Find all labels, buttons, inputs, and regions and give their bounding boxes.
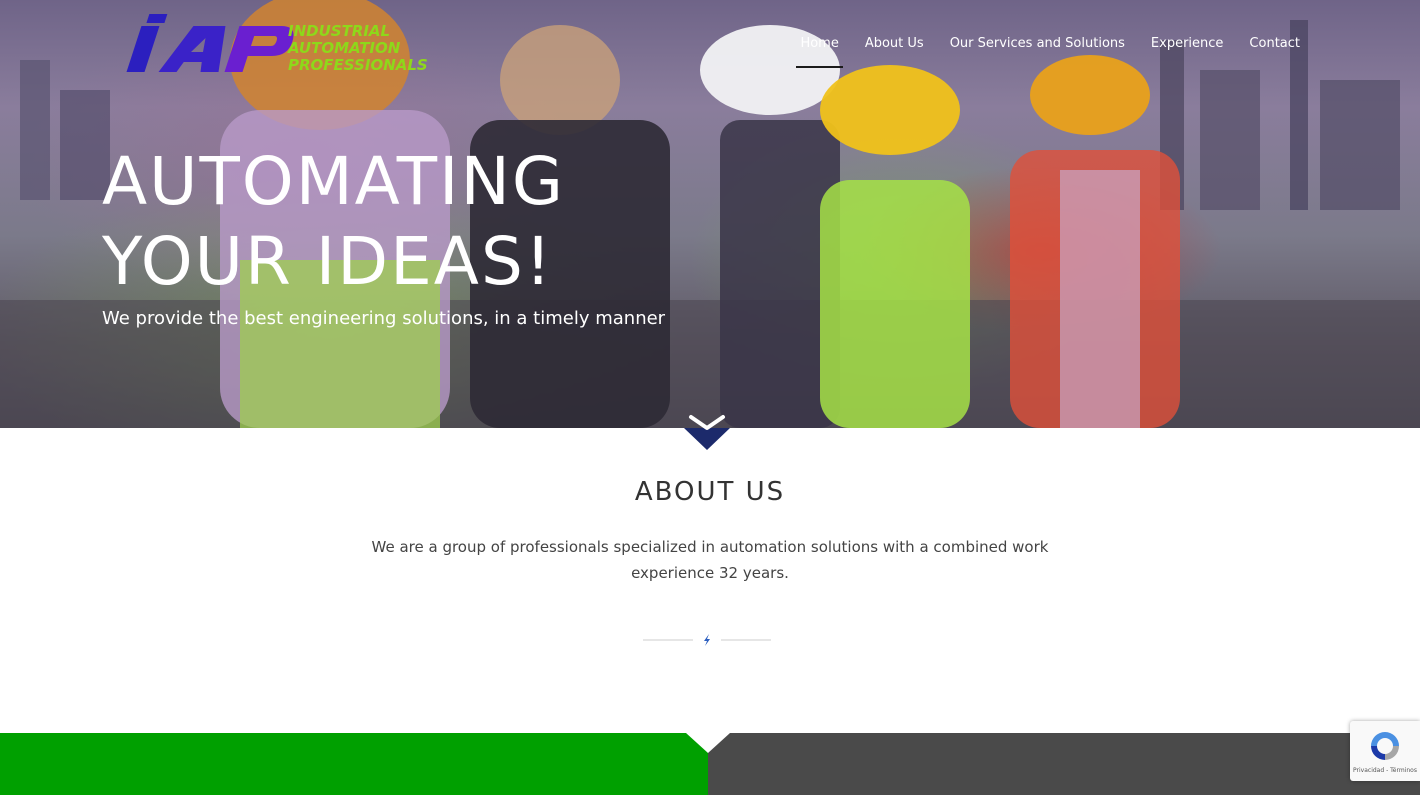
hero-headline: AUTOMATING YOUR IDEAS! (102, 142, 565, 302)
section-divider (643, 634, 771, 646)
about-us-text: We are a group of professionals speciali… (371, 538, 1049, 582)
nav-about-us[interactable]: About Us (865, 36, 924, 51)
chevron-down-icon[interactable] (684, 412, 730, 450)
main-navigation: Home About Us Our Services and Solutions… (774, 36, 1300, 68)
lightning-bolt-icon (704, 634, 710, 646)
iap-logo[interactable]: INDUSTRIAL AUTOMATION PROFESSIONALS (120, 12, 430, 76)
recaptcha-badge[interactable]: Privacidad - Términos (1350, 721, 1420, 781)
recaptcha-privacy-terms[interactable]: Privacidad - Términos (1350, 767, 1420, 774)
nav-contact[interactable]: Contact (1249, 36, 1300, 51)
services-panel-right (708, 733, 1420, 795)
hero-headline-line-1: AUTOMATING (102, 143, 565, 220)
recaptcha-icon (1371, 732, 1399, 760)
nav-home[interactable]: Home (796, 36, 844, 68)
nav-services-solutions[interactable]: Our Services and Solutions (950, 36, 1125, 51)
hero-banner: INDUSTRIAL AUTOMATION PROFESSIONALS Home… (0, 0, 1420, 428)
hero-subline: We provide the best engineering solution… (102, 308, 666, 329)
logo-line-1: INDUSTRIAL (288, 22, 390, 40)
services-panel-left (0, 733, 708, 795)
nav-experience[interactable]: Experience (1151, 36, 1224, 51)
logo-line-3: PROFESSIONALS (288, 56, 428, 74)
about-us-heading: ABOUT US (634, 477, 786, 507)
panel-notch (686, 733, 730, 753)
hero-headline-line-2: YOUR IDEAS! (102, 223, 554, 300)
logo-line-2: AUTOMATION (287, 39, 401, 57)
